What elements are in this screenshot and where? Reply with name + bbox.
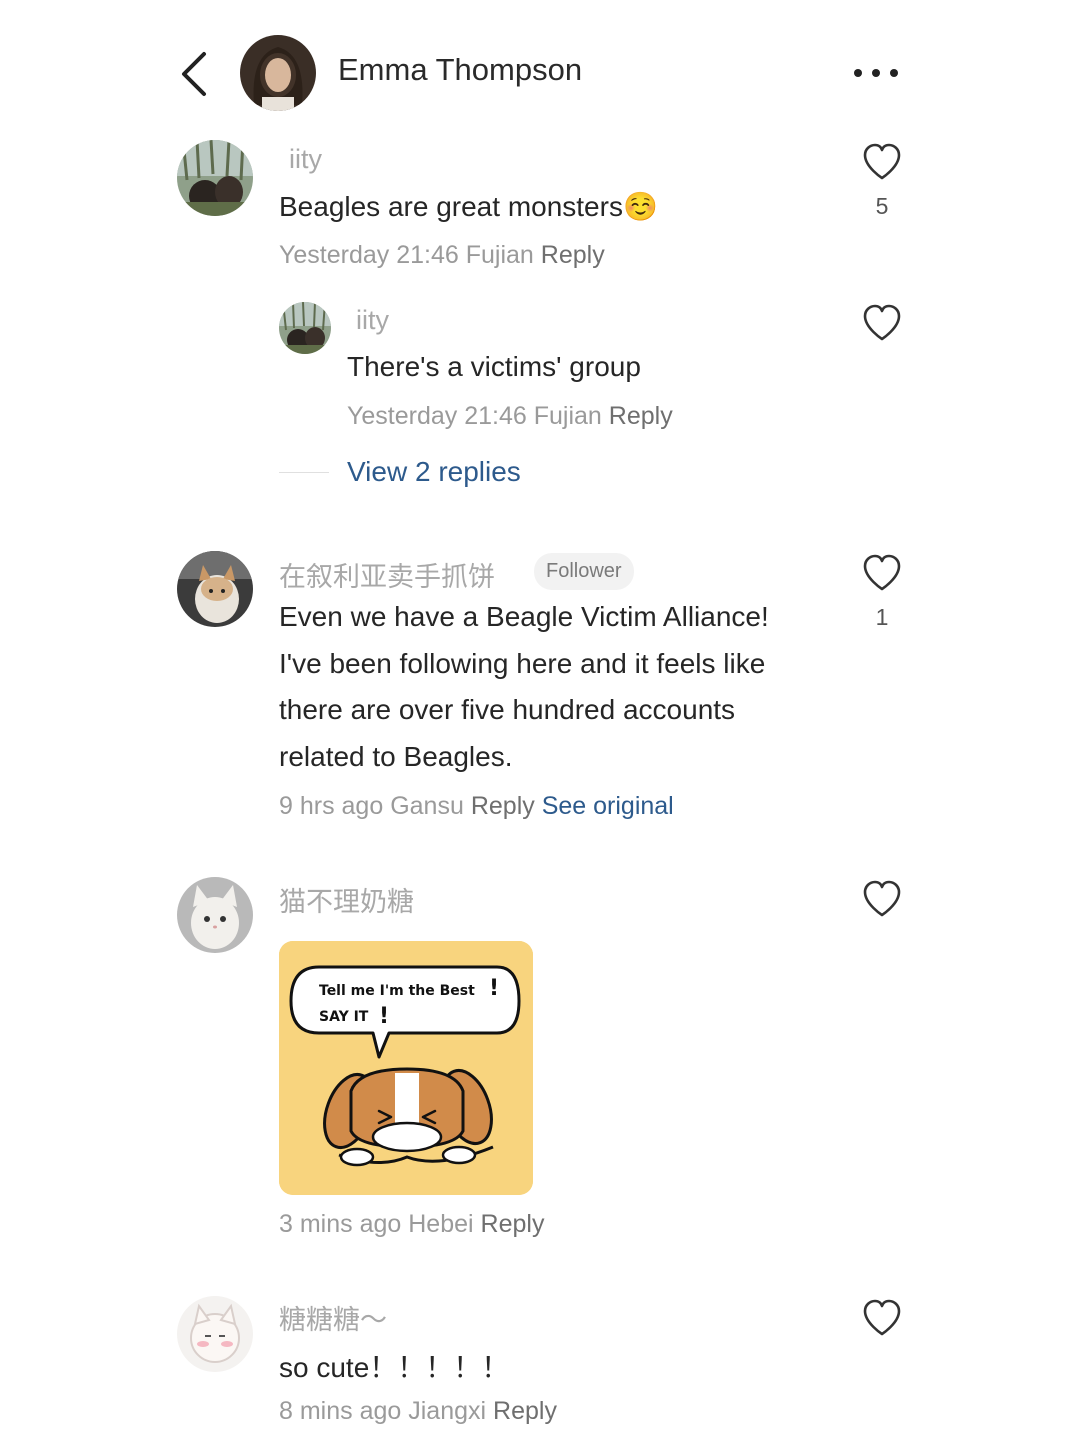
reply-location: Fujian [533, 402, 602, 430]
heart-icon[interactable] [862, 880, 902, 918]
like-count: 5 [875, 193, 889, 219]
comment-meta: 8 mins ago Jiangxi Reply [279, 1397, 557, 1426]
beagle-sticker[interactable]: Tell me I'm the Best SAY IT ! ! [279, 941, 533, 1195]
reply-text: There's a victims' group [347, 351, 641, 382]
reply-avatar[interactable] [279, 302, 331, 354]
reply-username[interactable]: iity [356, 305, 389, 336]
header-avatar[interactable] [240, 35, 316, 111]
comment-time: 3 mins ago [279, 1210, 402, 1238]
comment-text-line: I've been following here and it feels li… [279, 647, 766, 679]
more-horizontal-icon[interactable] [846, 60, 906, 86]
comment-time: 9 hrs ago [279, 792, 384, 820]
comment-location: Jiangxi [408, 1397, 487, 1425]
comment-text: so cute！！！！！ [279, 1352, 510, 1383]
comment-username[interactable]: 糖糖糖～ [279, 1298, 387, 1337]
comment-time: 8 mins ago [279, 1397, 402, 1425]
svg-text:!: ! [489, 976, 499, 1001]
reply-button[interactable]: Reply [541, 241, 605, 269]
heart-icon[interactable] [862, 1299, 902, 1337]
comment-location: Hebei [408, 1210, 474, 1238]
comment-meta: 3 mins ago Hebei Reply [279, 1210, 544, 1239]
comment-username[interactable]: 猫不理奶糖 [279, 880, 414, 919]
heart-icon[interactable] [862, 143, 902, 181]
comment-username[interactable]: iity [289, 144, 322, 175]
comment-text-line: there are over five hundred accounts [279, 694, 736, 725]
commenter-avatar[interactable] [177, 877, 253, 953]
comment-meta: Yesterday 21:46 Fujian Reply [279, 241, 605, 270]
comment-username[interactable]: 在叙利亚卖手抓饼 [279, 555, 495, 594]
commenter-avatar[interactable] [177, 1296, 253, 1372]
comment-location: Fujian [465, 241, 534, 269]
sticker-line-1: Tell me I'm the Best [319, 983, 475, 999]
reply-button[interactable]: Reply [481, 1210, 545, 1238]
heart-icon[interactable] [862, 304, 902, 342]
comment-location: Gansu [390, 792, 464, 820]
comment-text: Even we have a Beagle Victim Alliance! I… [279, 594, 769, 780]
reply-meta: Yesterday 21:46 Fujian Reply [347, 402, 673, 431]
comment-text-line: Even we have a Beagle Victim Alliance! [279, 601, 769, 632]
view-replies-button[interactable]: View 2 replies [347, 456, 521, 488]
smiling-emoji-icon: ☺️ [622, 191, 658, 222]
comment-time: Yesterday 21:46 [279, 241, 459, 269]
back-icon[interactable] [176, 50, 216, 98]
comment-text: Beagles are great monsters☺️ [279, 191, 658, 222]
commenter-avatar[interactable] [177, 551, 253, 627]
reply-time: Yesterday 21:46 [347, 402, 527, 430]
svg-text:!: ! [379, 1004, 389, 1029]
reply-button[interactable]: Reply [493, 1397, 557, 1425]
comment-meta: 9 hrs ago Gansu Reply See original [279, 792, 674, 821]
commenter-avatar[interactable] [177, 140, 253, 216]
like-count: 1 [875, 604, 889, 630]
see-original-link[interactable]: See original [542, 792, 674, 820]
follower-badge: Follower [534, 553, 634, 590]
sticker-line-2: SAY IT [319, 1009, 369, 1025]
heart-icon[interactable] [862, 554, 902, 592]
reply-button[interactable]: Reply [471, 792, 535, 820]
replies-divider [279, 472, 329, 473]
comment-text-line: related to Beagles. [279, 740, 513, 772]
reply-button[interactable]: Reply [609, 402, 673, 430]
header-name: Emma Thompson [338, 52, 583, 87]
